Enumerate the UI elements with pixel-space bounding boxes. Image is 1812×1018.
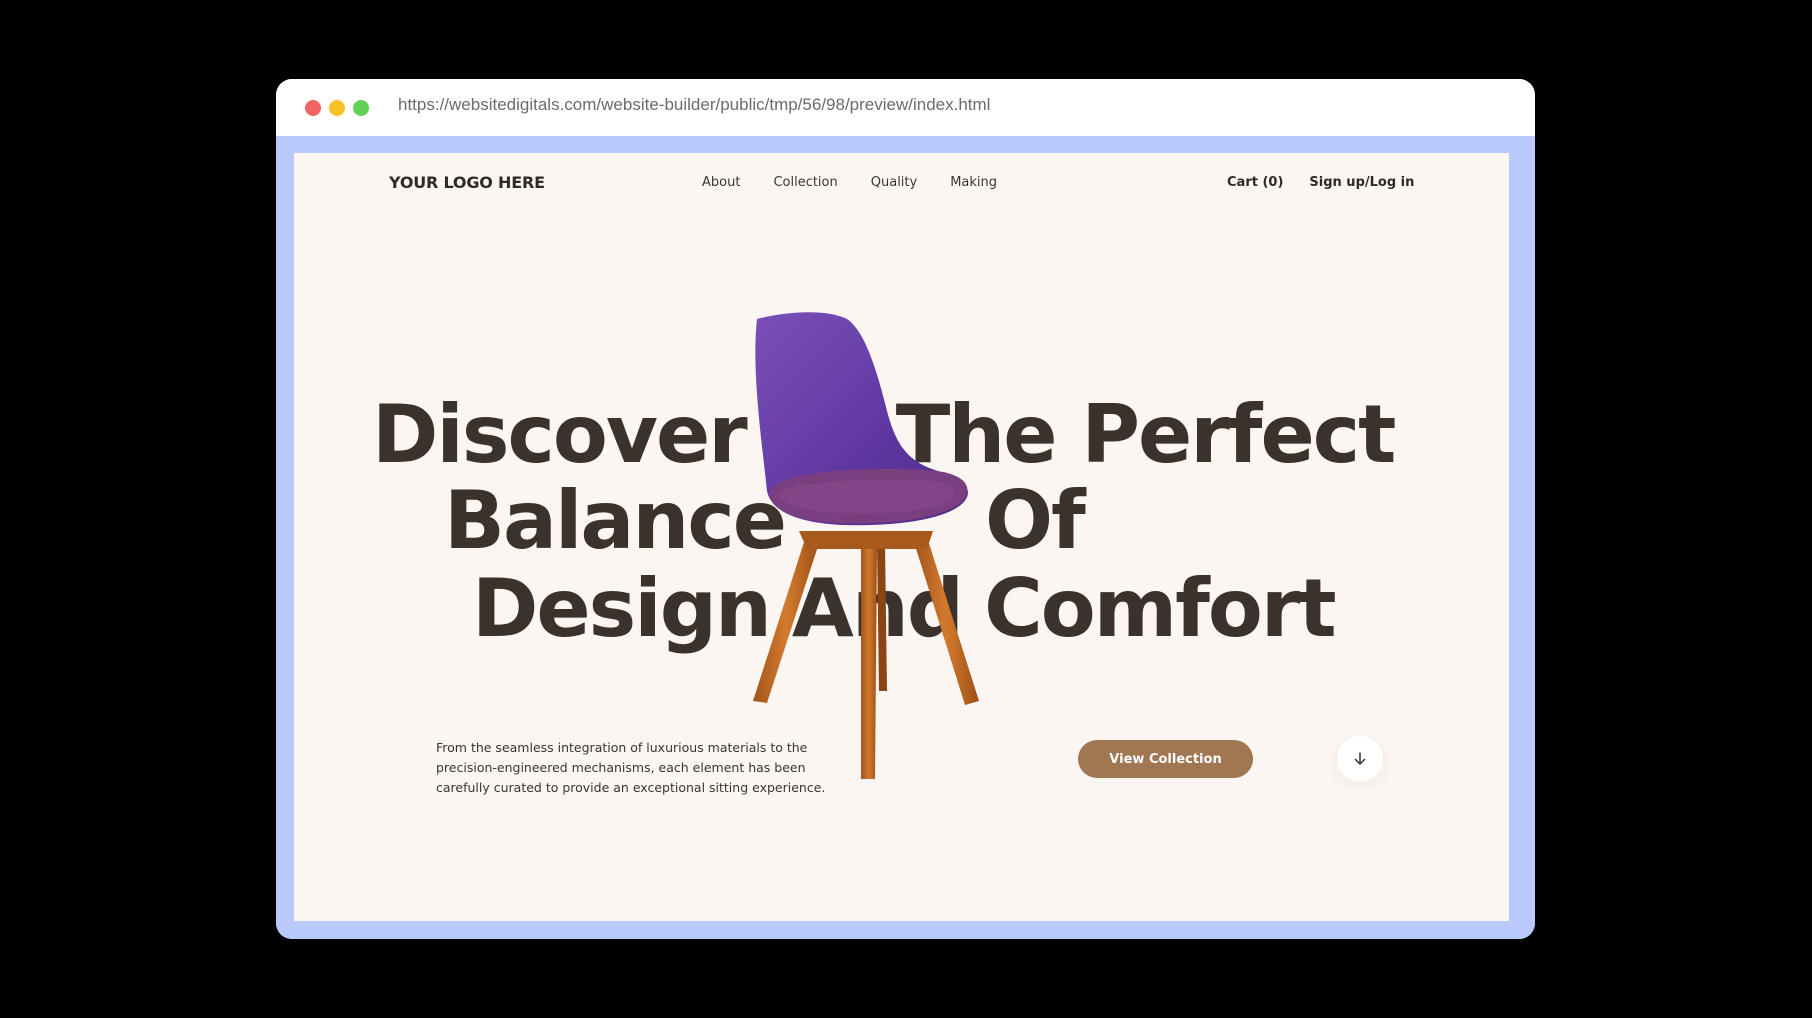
- main-nav: About Collection Quality Making: [702, 175, 1030, 190]
- view-collection-button[interactable]: View Collection: [1078, 740, 1253, 778]
- maximize-window-icon[interactable]: [353, 100, 369, 116]
- browser-titlebar: https://websitedigitals.com/website-buil…: [276, 79, 1535, 136]
- nav-link-collection[interactable]: Collection: [773, 175, 837, 190]
- nav-link-quality[interactable]: Quality: [871, 175, 917, 190]
- minimize-window-icon[interactable]: [329, 100, 345, 116]
- browser-window: https://websitedigitals.com/website-buil…: [276, 79, 1535, 939]
- arrow-down-icon: [1354, 752, 1366, 765]
- site-logo[interactable]: YOUR LOGO HERE: [389, 173, 545, 192]
- close-window-icon[interactable]: [305, 100, 321, 116]
- account-nav: Cart (0) Sign up/Log in: [1227, 175, 1414, 190]
- chair-image: [753, 312, 979, 779]
- preview-frame: YOUR LOGO HERE About Collection Quality …: [276, 136, 1535, 939]
- headline-word: Comfort: [984, 562, 1336, 655]
- scroll-down-button[interactable]: [1337, 736, 1383, 782]
- cart-link[interactable]: Cart (0): [1227, 175, 1283, 190]
- web-page: YOUR LOGO HERE About Collection Quality …: [294, 153, 1509, 921]
- nav-link-about[interactable]: About: [702, 175, 740, 190]
- headline-word: Discover: [372, 388, 748, 481]
- signin-link[interactable]: Sign up/Log in: [1309, 175, 1414, 190]
- headline-word: Design: [472, 562, 772, 655]
- address-bar[interactable]: https://websitedigitals.com/website-buil…: [398, 95, 990, 115]
- nav-link-making[interactable]: Making: [950, 175, 997, 190]
- hero-description: From the seamless integration of luxurio…: [436, 739, 826, 795]
